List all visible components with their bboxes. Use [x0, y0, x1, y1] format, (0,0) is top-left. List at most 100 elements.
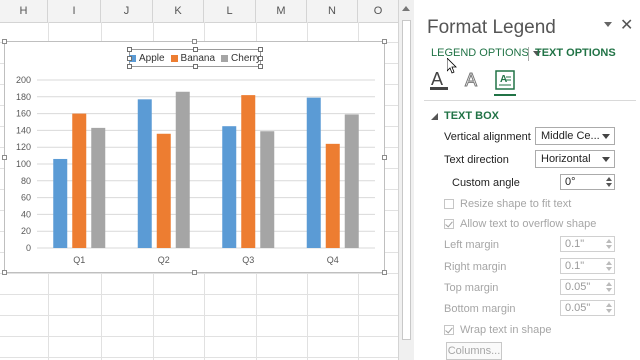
- legend-resize-handle[interactable]: [193, 64, 198, 69]
- legend-swatch-cherry: [221, 54, 229, 62]
- active-icon-indicator: [494, 94, 516, 96]
- spin-down-icon[interactable]: [606, 183, 612, 187]
- legend-item-apple: Apple: [128, 52, 165, 64]
- resize-shape-checkbox[interactable]: [444, 199, 454, 209]
- legend-resize-handle[interactable]: [258, 64, 263, 69]
- spin-up-icon[interactable]: [606, 303, 612, 307]
- section-title: TEXT BOX: [444, 110, 500, 122]
- text-direction-select[interactable]: Horizontal: [535, 150, 615, 168]
- column-header-m[interactable]: M: [256, 0, 307, 22]
- spin-down-icon[interactable]: [606, 245, 612, 249]
- left-margin-label: Left margin: [444, 239, 500, 251]
- spin-down-icon[interactable]: [606, 309, 612, 313]
- chart-resize-handle[interactable]: [382, 155, 387, 160]
- legend-resize-handle[interactable]: [193, 47, 198, 52]
- tab-text-options[interactable]: TEXT OPTIONS: [535, 47, 616, 59]
- y-tick-label: 180: [16, 92, 31, 102]
- chart-legend[interactable]: Apple Banana Cherry: [127, 47, 263, 69]
- right-margin-value: 0.1": [565, 260, 585, 272]
- textbox-icon[interactable]: A: [494, 68, 516, 92]
- allow-overflow-checkbox[interactable]: [444, 219, 454, 229]
- chart-resize-handle[interactable]: [192, 270, 197, 275]
- bar-cherry-q2: [175, 91, 190, 248]
- top-margin-label: Top margin: [444, 282, 499, 294]
- y-tick-label: 140: [16, 125, 31, 135]
- section-text-box[interactable]: TEXT BOX: [430, 110, 499, 122]
- column-header-n[interactable]: N: [307, 0, 358, 22]
- chart-resize-handle[interactable]: [2, 155, 7, 160]
- legend-resize-handle[interactable]: [258, 47, 263, 52]
- right-margin-label: Right margin: [444, 261, 507, 273]
- wrap-text-checkbox-row: Wrap text in shape: [444, 324, 552, 336]
- spin-down-icon[interactable]: [606, 267, 612, 271]
- wrap-text-checkbox[interactable]: [444, 325, 454, 335]
- legend-resize-handle[interactable]: [127, 64, 132, 69]
- chart-resize-handle[interactable]: [382, 39, 387, 44]
- vertical-alignment-select[interactable]: Middle Ce...: [535, 127, 615, 145]
- spin-up-icon[interactable]: [606, 239, 612, 243]
- close-icon[interactable]: ✕: [620, 15, 633, 35]
- legend-resize-handle[interactable]: [127, 47, 132, 52]
- bar-banana-q1: [72, 113, 87, 248]
- legend-resize-handle[interactable]: [258, 56, 263, 61]
- bottom-margin-label: Bottom margin: [444, 303, 516, 315]
- column-headers: H I J K L M N O: [0, 0, 398, 23]
- bar-apple-q1: [53, 158, 68, 248]
- bottom-margin-spinner[interactable]: 0.05": [560, 300, 615, 316]
- column-header-h[interactable]: H: [0, 0, 48, 22]
- left-margin-spinner[interactable]: 0.1": [560, 236, 615, 252]
- spin-up-icon[interactable]: [606, 177, 612, 181]
- chart-resize-handle[interactable]: [2, 270, 7, 275]
- custom-angle-value: 0°: [565, 176, 576, 188]
- pane-options-dropdown-icon[interactable]: [604, 22, 612, 27]
- grid-row-line: [0, 294, 398, 295]
- resize-shape-checkbox-row: Resize shape to fit text: [444, 198, 571, 210]
- column-header-k[interactable]: K: [153, 0, 204, 22]
- top-margin-value: 0.05": [565, 281, 591, 293]
- svg-text:A: A: [465, 70, 477, 90]
- column-header-j[interactable]: J: [101, 0, 153, 22]
- x-tick-label: Q1: [73, 255, 85, 265]
- grid-row-line: [0, 336, 398, 337]
- spin-up-icon[interactable]: [606, 261, 612, 265]
- scrollbar-thumb[interactable]: [402, 20, 411, 340]
- right-margin-spinner[interactable]: 0.1": [560, 258, 615, 274]
- custom-angle-spinner[interactable]: 0°: [560, 174, 615, 190]
- tab-legend-options-label: LEGEND OPTIONS: [431, 47, 529, 59]
- chevron-down-icon: [602, 157, 610, 162]
- bar-cherry-q1: [91, 127, 106, 248]
- bottom-margin-value: 0.05": [565, 302, 591, 314]
- spin-up-icon[interactable]: [606, 282, 612, 286]
- worksheet[interactable]: H I J K L M N O 0 20 40 60 80 100 120 140 160 180…: [0, 0, 398, 360]
- x-tick-label: Q4: [327, 255, 339, 265]
- columns-button[interactable]: Columns...: [446, 342, 502, 360]
- column-header-o[interactable]: O: [358, 0, 398, 22]
- y-tick-label: 80: [21, 176, 31, 186]
- chart-resize-handle[interactable]: [192, 39, 197, 44]
- chart-resize-handle[interactable]: [2, 39, 7, 44]
- bar-cherry-q3: [260, 131, 275, 248]
- allow-overflow-checkbox-row: Allow text to overflow shape: [444, 218, 596, 230]
- legend-label-apple: Apple: [138, 52, 165, 64]
- column-header-l[interactable]: L: [204, 0, 256, 22]
- y-tick-label: 40: [21, 209, 31, 219]
- text-direction-label: Text direction: [444, 154, 509, 166]
- svg-text:A: A: [431, 69, 443, 89]
- vertical-scrollbar[interactable]: [398, 0, 414, 360]
- format-legend-pane: Format Legend ✕ LEGEND OPTIONS TEXT OPTI…: [414, 0, 640, 360]
- x-tick-label: Q2: [158, 255, 170, 265]
- left-margin-value: 0.1": [565, 238, 585, 250]
- bar-cherry-q4: [344, 114, 359, 248]
- legend-resize-handle[interactable]: [127, 56, 132, 61]
- text-effects-icon[interactable]: A: [461, 68, 483, 92]
- chevron-down-icon: [602, 134, 610, 139]
- scroll-up-arrow-icon[interactable]: [402, 6, 410, 11]
- column-header-i[interactable]: I: [48, 0, 101, 22]
- chart-resize-handle[interactable]: [382, 270, 387, 275]
- chart-area[interactable]: 0 20 40 60 80 100 120 140 160 180 200 Q1 Q2 Q3 Q4 Appl…: [2, 39, 387, 275]
- bar-apple-q4: [306, 97, 321, 248]
- tab-divider: [528, 47, 529, 61]
- top-margin-spinner[interactable]: 0.05": [560, 279, 615, 295]
- y-tick-label: 100: [16, 159, 31, 169]
- spin-down-icon[interactable]: [606, 288, 612, 292]
